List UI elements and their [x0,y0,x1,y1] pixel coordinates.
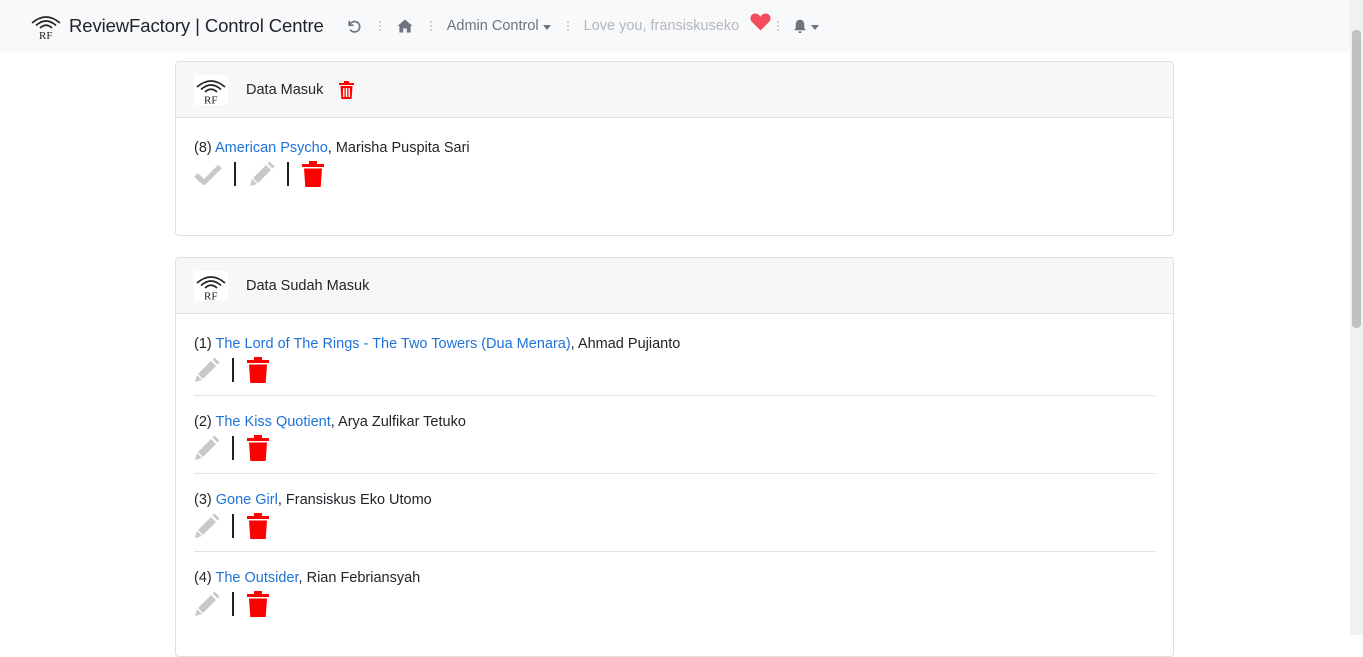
entry-actions [194,159,1155,189]
notifications-dropdown[interactable] [793,19,820,34]
submitted-card-body: (1) The Lord of The Rings - The Two Towe… [176,314,1173,619]
trash-icon [302,161,324,187]
top-navbar: RF ReviewFactory | Control Centre Admin … [0,0,1350,52]
entry-number: (2) [194,414,212,430]
pencil-icon [195,591,220,616]
nav-separator [378,21,381,31]
row-divider [194,473,1155,474]
chevron-down-icon [542,24,551,30]
pencil-icon [195,357,220,382]
list-item: (3) Gone Girl, Fransiskus Eko Utomo [194,492,432,508]
edit-button[interactable] [194,513,220,539]
greeting-text: Love you, fransiskuseko [583,18,740,34]
page-scrollbar[interactable] [1350,0,1363,635]
edit-button[interactable] [194,591,220,617]
approve-button[interactable] [194,163,222,185]
entry-title-link[interactable]: The Outsider [216,570,299,586]
heart-icon [750,13,771,31]
delete-button[interactable] [247,357,269,383]
pending-data-card: RF Data Masuk (8) American Psycho, Maris… [175,61,1174,236]
entry-number: (4) [194,570,212,586]
pencil-icon [195,513,220,538]
action-divider [232,514,234,538]
edit-button[interactable] [194,435,220,461]
pencil-icon [250,161,275,186]
edit-button[interactable] [249,161,275,187]
trash-icon [247,357,269,383]
svg-text:RF: RF [204,94,217,105]
row-divider [194,395,1155,396]
action-divider [232,358,234,382]
card-title: Data Sudah Masuk [246,277,370,294]
pencil-icon [195,435,220,460]
trash-icon [339,80,355,99]
rf-logo-icon: RF [194,270,228,301]
delete-button[interactable] [247,591,269,617]
svg-text:RF: RF [204,290,217,301]
entry-title-link[interactable]: The Kiss Quotient [216,414,331,430]
action-divider [234,162,236,186]
card-title: Data Masuk [246,81,324,98]
entry-author: Arya Zulfikar Tetuko [334,414,466,430]
list-item: (1) The Lord of The Rings - The Two Towe… [194,336,681,352]
entry-number: (3) [194,492,212,508]
nav-separator [566,21,569,31]
trash-icon [247,513,269,539]
submitted-card-header: RF Data Sudah Masuk [176,258,1173,314]
action-divider [232,592,234,616]
entry-actions [194,433,1155,463]
delete-button[interactable] [247,435,269,461]
entry-title-link[interactable]: Gone Girl [216,492,278,508]
undo-icon [348,20,361,33]
back-button[interactable] [346,18,362,34]
entry-actions [194,511,1155,541]
user-greeting: Love you, fransiskuseko [584,18,740,34]
rf-logo-icon: RF [194,74,228,105]
nav-separator [429,21,432,31]
entry-title-link[interactable]: American Psycho [215,140,328,156]
entry-author: Fransiskus Eko Utomo [281,492,432,508]
action-divider [287,162,289,186]
pending-card-header: RF Data Masuk [176,62,1173,118]
edit-button[interactable] [194,357,220,383]
brand-link[interactable]: RF ReviewFactory | Control Centre [30,12,324,40]
entry-number: (1) [194,336,212,352]
submitted-data-card: RF Data Sudah Masuk (1) The Lord of The … [175,257,1174,657]
entry-actions [194,355,1155,385]
check-icon [194,164,222,185]
bell-icon [794,19,807,33]
scrollbar-thumb[interactable] [1352,30,1361,328]
nav-separator [777,21,780,31]
admin-control-dropdown[interactable]: Admin Control [447,18,551,34]
delete-button[interactable] [302,161,324,187]
home-icon [397,19,413,33]
pending-card-body: (8) American Psycho, Marisha Puspita Sar… [176,118,1173,189]
entry-title-link[interactable]: The Lord of The Rings - The Two Towers (… [216,336,571,352]
entry-author: Marisha Puspita Sari [331,140,470,156]
entry-author: Ahmad Pujianto [574,336,681,352]
trash-icon [247,591,269,617]
trash-icon [247,435,269,461]
logo-text: RF [39,30,52,40]
admin-control-label: Admin Control [446,18,539,34]
favorite-button[interactable] [750,13,771,31]
list-item: (4) The Outsider, Rian Febriansyah [194,570,421,586]
brand-title: ReviewFactory | Control Centre [69,15,324,36]
delete-all-button[interactable] [339,80,355,99]
rf-logo-icon: RF [31,16,61,40]
list-item: (8) American Psycho, Marisha Puspita Sar… [194,140,470,156]
entry-author: Rian Febriansyah [302,570,421,586]
row-divider [194,551,1155,552]
entry-actions [194,589,1155,619]
home-button[interactable] [397,19,413,33]
delete-button[interactable] [247,513,269,539]
action-divider [232,436,234,460]
list-item: (2) The Kiss Quotient, Arya Zulfikar Tet… [194,414,466,430]
entry-number: (8) [194,140,212,156]
chevron-down-icon [811,24,820,30]
